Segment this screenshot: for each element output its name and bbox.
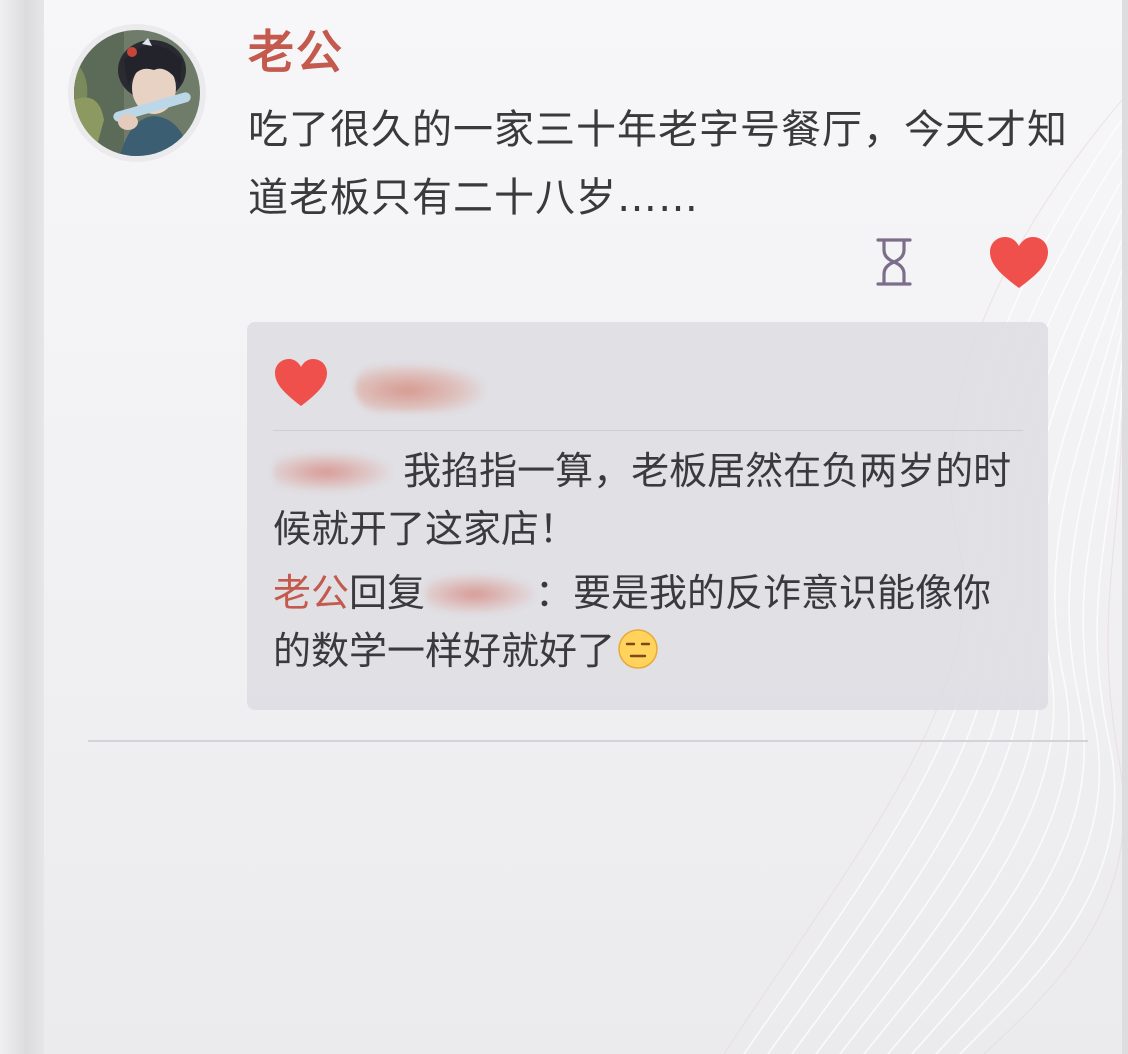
post-author-name[interactable]: 老公: [248, 22, 344, 82]
right-rail: [1122, 0, 1128, 1054]
likes-row: [273, 356, 973, 412]
reply-target-name-blurred[interactable]: [425, 574, 536, 614]
avatar-image: [74, 30, 200, 156]
reply-author-name[interactable]: 老公: [273, 571, 349, 615]
post-card: 老公 吃了很久的一家三十年老字号餐厅，今天才知道老板只有二十八岁…… 我掐指一算…: [44, 0, 1122, 1054]
post-divider: [88, 740, 1088, 742]
comment-list: 我掐指一算，老板居然在负两岁的时候就开了这家店！ 老公回复 ：要是我的反诈意识能像…: [273, 442, 1013, 686]
left-rail: [0, 0, 45, 1054]
hourglass-icon[interactable]: [874, 236, 914, 288]
comment-divider: [273, 430, 1023, 431]
comment-section: 我掐指一算，老板居然在负两岁的时候就开了这家店！ 老公回复 ：要是我的反诈意识能像…: [247, 322, 1048, 710]
avatar[interactable]: [68, 24, 206, 162]
expressionless-face-emoji: [618, 629, 658, 669]
commenter-name-blurred[interactable]: [273, 452, 391, 492]
reply-label: 回复: [349, 571, 426, 615]
reply-separator: ：: [535, 571, 574, 615]
heart-icon[interactable]: [988, 236, 1050, 290]
comment-item[interactable]: 我掐指一算，老板居然在负两岁的时候就开了这家店！: [273, 442, 1013, 558]
post-body-text: 吃了很久的一家三十年老字号餐厅，今天才知道老板只有二十八岁……: [248, 107, 1068, 221]
comment-item[interactable]: 老公回复 ：要是我的反诈意识能像你的数学一样好就好了: [273, 564, 1013, 680]
liker-name-blurred[interactable]: [355, 364, 485, 412]
heart-icon: [275, 359, 327, 406]
